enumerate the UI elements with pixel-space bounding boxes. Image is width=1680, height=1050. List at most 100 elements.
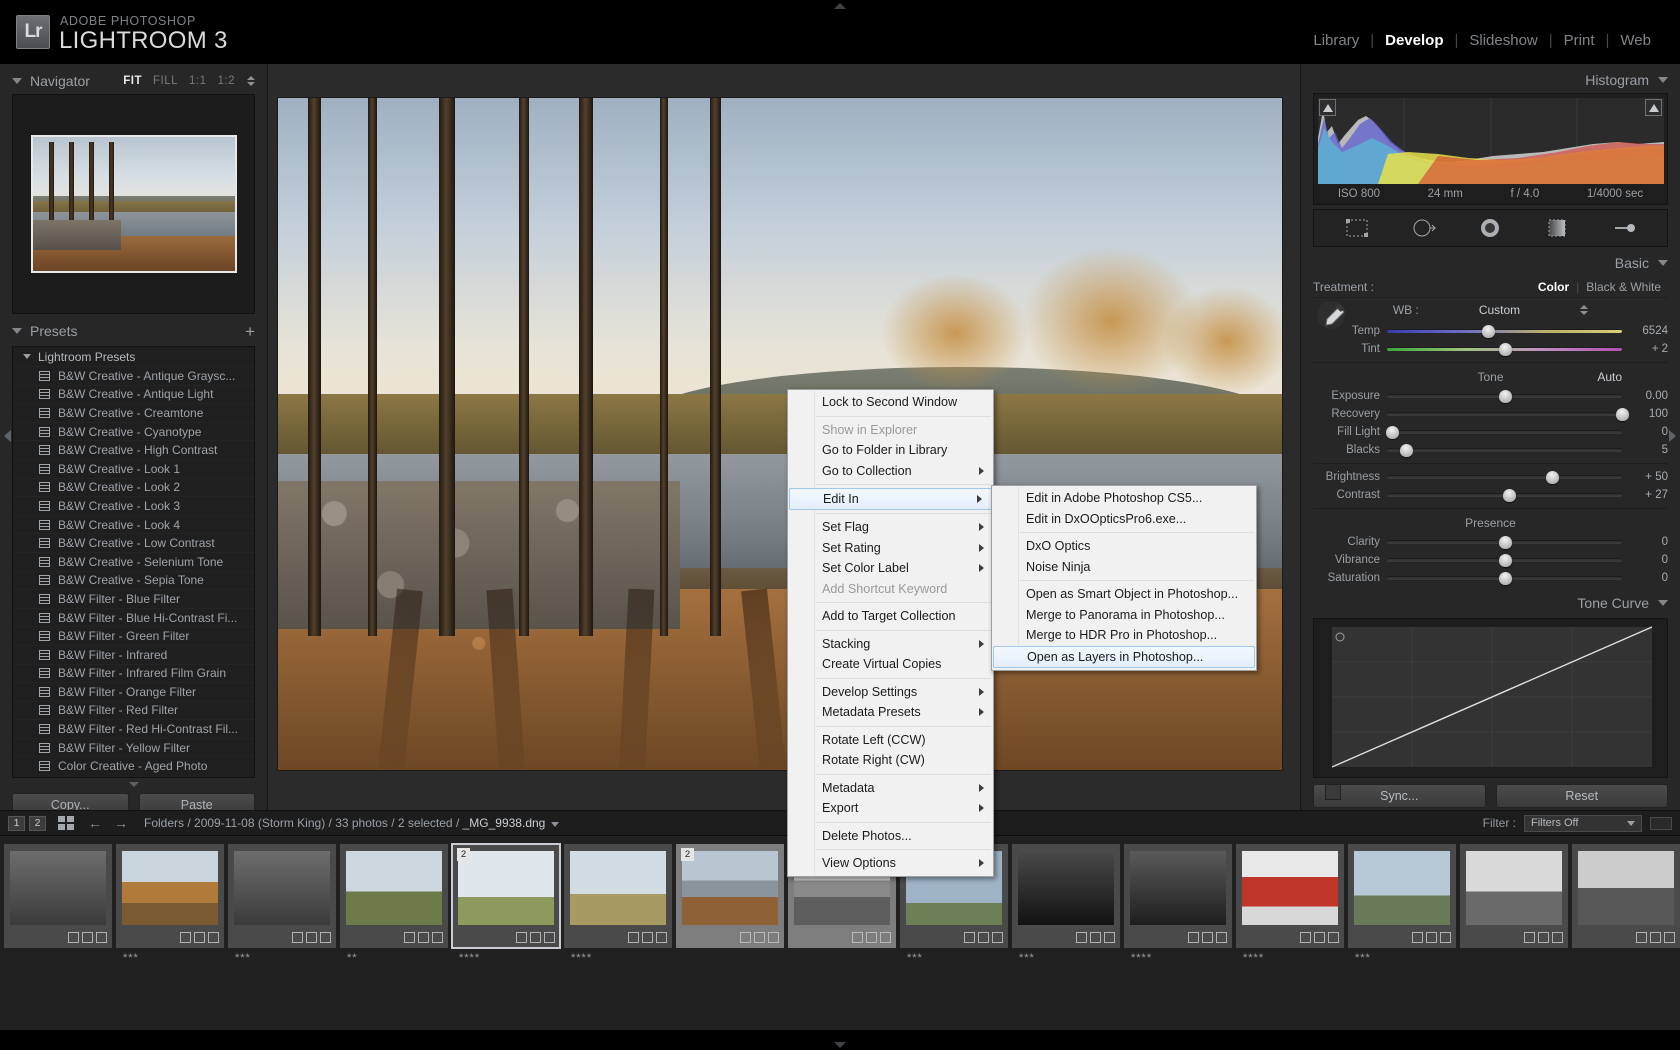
right-panel-hide-icon[interactable] xyxy=(1669,430,1676,442)
filter-toggle-switch[interactable] xyxy=(1650,816,1672,830)
submenu-item[interactable]: Edit in Adobe Photoshop CS5... xyxy=(992,488,1256,509)
crop-overlay-icon[interactable] xyxy=(1344,217,1370,239)
submenu-item[interactable]: Merge to Panorama in Photoshop... xyxy=(992,605,1256,626)
context-menu[interactable]: Lock to Second Window Show in Explorer Go … xyxy=(787,389,994,877)
slider-knob[interactable] xyxy=(1482,325,1496,338)
develop-badge[interactable] xyxy=(1104,932,1115,943)
module-library[interactable]: Library xyxy=(1302,32,1370,49)
develop-badge[interactable] xyxy=(432,932,443,943)
context-menu-item[interactable]: Rotate Left (CCW) xyxy=(788,730,993,751)
zoom-stepper-icon[interactable] xyxy=(247,76,255,86)
context-menu-item[interactable]: View Options xyxy=(788,853,993,874)
presets-header[interactable]: Presets + xyxy=(12,318,255,344)
submenu-item[interactable]: Merge to HDR Pro in Photoshop... xyxy=(992,625,1256,646)
rating-stars[interactable]: **** xyxy=(571,952,592,964)
submenu-item[interactable]: Edit in DxOOpticsPro6.exe... xyxy=(992,509,1256,530)
rating-stars[interactable]: *** xyxy=(1019,952,1035,964)
collapse-triangle-icon[interactable] xyxy=(12,328,22,334)
slider-track[interactable] xyxy=(1387,572,1622,585)
keyword-badge[interactable] xyxy=(740,932,751,943)
rating-stars[interactable]: ** xyxy=(347,952,358,964)
auto-tone-button[interactable]: Auto xyxy=(1597,370,1622,384)
slider-contrast[interactable]: Contrast + 27 xyxy=(1313,486,1668,504)
context-menu-item[interactable]: Edit In xyxy=(789,488,992,510)
rating-stars[interactable]: *** xyxy=(1355,952,1371,964)
crop-badge[interactable] xyxy=(194,932,205,943)
preset-item[interactable]: B&W Filter - Red Filter xyxy=(13,700,254,720)
keyword-badge[interactable] xyxy=(1524,932,1535,943)
left-panel-hide-icon[interactable] xyxy=(4,430,11,442)
slider-recovery[interactable]: Recovery 100 xyxy=(1313,405,1668,423)
slider-knob[interactable] xyxy=(1498,536,1512,549)
crop-badge[interactable] xyxy=(1090,932,1101,943)
left-panel-collapse-icon[interactable] xyxy=(128,782,139,787)
slider-exposure[interactable]: Exposure 0.00 xyxy=(1313,387,1668,405)
slider-knob[interactable] xyxy=(1498,343,1512,356)
submenu-item[interactable]: Open as Layers in Photoshop... xyxy=(993,645,1255,668)
context-menu-item[interactable]: Set Color Label xyxy=(788,558,993,579)
slider-fill-light[interactable]: Fill Light 0 xyxy=(1313,423,1668,441)
zoom-1-1[interactable]: 1:1 xyxy=(189,75,207,87)
slider-knob[interactable] xyxy=(1616,408,1629,421)
reset-button[interactable]: Reset xyxy=(1495,784,1668,808)
keyword-badge[interactable] xyxy=(852,932,863,943)
module-web[interactable]: Web xyxy=(1609,32,1662,49)
slider-tint[interactable]: Tint + 2 xyxy=(1313,340,1668,358)
develop-badge[interactable] xyxy=(768,932,779,943)
keyword-badge[interactable] xyxy=(1188,932,1199,943)
slider-track[interactable] xyxy=(1387,471,1622,484)
slider-knob[interactable] xyxy=(1385,426,1399,439)
crop-badge[interactable] xyxy=(82,932,93,943)
preset-item[interactable]: B&W Creative - Look 4 xyxy=(13,514,254,534)
slider-blacks[interactable]: Blacks 5 xyxy=(1313,441,1668,459)
develop-badge[interactable] xyxy=(992,932,1003,943)
slider-track[interactable] xyxy=(1387,444,1622,457)
develop-badge[interactable] xyxy=(656,932,667,943)
crop-badge[interactable] xyxy=(418,932,429,943)
navigator-preview[interactable] xyxy=(12,94,255,314)
preset-item[interactable]: B&W Creative - High Contrast xyxy=(13,440,254,459)
preset-item[interactable]: B&W Creative - Antique Graysc... xyxy=(13,366,254,385)
filmstrip-thumbnail[interactable]: *** xyxy=(116,844,224,964)
keyword-badge[interactable] xyxy=(1636,932,1647,943)
slider-value[interactable]: 0 xyxy=(1622,536,1668,548)
slider-track[interactable] xyxy=(1387,408,1629,421)
preset-item[interactable]: B&W Filter - Blue Hi-Contrast Fi... xyxy=(13,607,254,627)
slider-track[interactable] xyxy=(1387,554,1622,567)
navigator-header[interactable]: Navigator FIT FILL 1:1 1:2 xyxy=(12,68,255,94)
context-menu-item[interactable]: Metadata xyxy=(788,778,993,799)
preset-group-header[interactable]: Lightroom Presets xyxy=(13,347,254,366)
histogram-panel[interactable]: ISO 800 24 mm f / 4.0 1/4000 sec xyxy=(1313,93,1668,205)
view-preset-1[interactable]: 1 xyxy=(8,815,25,831)
wb-stepper-icon[interactable] xyxy=(1580,305,1589,315)
edit-in-submenu[interactable]: Edit in Adobe Photoshop CS5... Edit in Dx… xyxy=(991,485,1257,671)
slider-knob[interactable] xyxy=(1545,471,1559,484)
context-menu-item[interactable]: Export xyxy=(788,798,993,819)
chevron-down-icon[interactable] xyxy=(23,354,31,359)
filmstrip-collapse-icon[interactable] xyxy=(834,1042,846,1048)
develop-badge[interactable] xyxy=(320,932,331,943)
highlight-clipping-indicator[interactable] xyxy=(1645,99,1662,116)
slider-value[interactable]: 0 xyxy=(1622,554,1668,566)
filmstrip-thumbnail[interactable]: *** xyxy=(1012,844,1120,964)
add-preset-icon[interactable]: + xyxy=(245,323,255,340)
context-menu-item[interactable]: Set Flag xyxy=(788,517,993,538)
keyword-badge[interactable] xyxy=(1076,932,1087,943)
rating-stars[interactable]: **** xyxy=(1243,952,1264,964)
slider-knob[interactable] xyxy=(1399,444,1413,457)
filmstrip-thumbnail[interactable]: *** xyxy=(1348,844,1456,964)
slider-temp[interactable]: Temp 6524 xyxy=(1313,322,1668,340)
slider-knob[interactable] xyxy=(1503,489,1517,502)
slider-knob[interactable] xyxy=(1498,554,1512,567)
context-menu-item[interactable]: Lock to Second Window xyxy=(788,392,993,413)
back-arrow-icon[interactable]: ← xyxy=(88,815,102,831)
histogram-header[interactable]: Histogram xyxy=(1313,67,1668,93)
breadcrumb-filename[interactable]: _MG_9938.dng xyxy=(463,816,546,830)
slider-track[interactable] xyxy=(1387,390,1622,403)
zoom-fill[interactable]: FILL xyxy=(153,75,178,87)
slider-track[interactable] xyxy=(1387,343,1622,356)
crop-badge[interactable] xyxy=(1650,932,1661,943)
spot-removal-icon[interactable] xyxy=(1411,217,1437,239)
view-preset-2[interactable]: 2 xyxy=(29,815,46,831)
keyword-badge[interactable] xyxy=(292,932,303,943)
